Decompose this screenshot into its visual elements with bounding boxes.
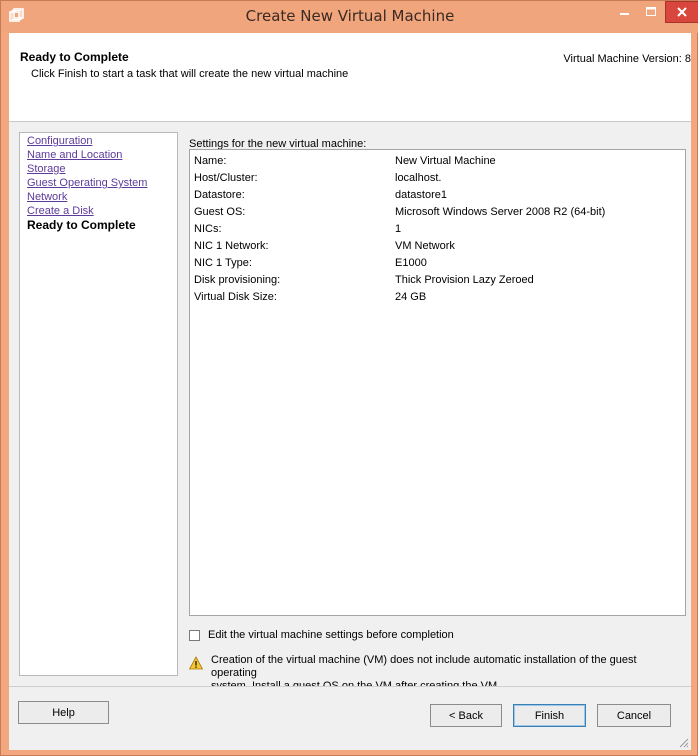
settings-row: NICs: 1 <box>194 221 674 237</box>
page-title: Ready to Complete <box>20 50 129 64</box>
setting-key: Virtual Disk Size: <box>194 291 277 303</box>
window-title: Create New Virtual Machine <box>245 7 455 25</box>
nav-step-name-and-location[interactable]: Name and Location <box>27 148 177 162</box>
finish-button[interactable]: Finish <box>513 704 586 727</box>
back-button[interactable]: < Back <box>430 704 502 727</box>
edit-settings-option[interactable]: Edit the virtual machine settings before… <box>189 628 454 642</box>
setting-value: VM Network <box>395 240 455 252</box>
help-button[interactable]: Help <box>18 701 109 724</box>
wizard-steps-nav: Configuration Name and Location Storage … <box>19 132 178 676</box>
warning-icon <box>189 656 203 670</box>
setting-key: NICs: <box>194 223 222 235</box>
settings-row: NIC 1 Type: E1000 <box>194 255 674 271</box>
settings-row: Name: New Virtual Machine <box>194 153 674 169</box>
settings-row: Datastore: datastore1 <box>194 187 674 203</box>
setting-value: Thick Provision Lazy Zeroed <box>395 274 534 286</box>
setting-value: datastore1 <box>395 189 447 201</box>
settings-row: NIC 1 Network: VM Network <box>194 238 674 254</box>
nav-step-network[interactable]: Network <box>27 190 177 204</box>
settings-row: Host/Cluster: localhost. <box>194 170 674 186</box>
settings-row: Virtual Disk Size: 24 GB <box>194 289 674 305</box>
minimize-icon <box>620 13 629 15</box>
setting-key: Guest OS: <box>194 206 246 218</box>
settings-summary-list[interactable]: Name: New Virtual Machine Host/Cluster: lo… <box>189 149 686 616</box>
close-button[interactable] <box>665 1 698 23</box>
wizard-body: Configuration Name and Location Storage … <box>9 122 691 692</box>
nav-step-guest-operating-system[interactable]: Guest Operating System <box>27 176 177 190</box>
maximize-button[interactable] <box>638 1 664 23</box>
close-icon <box>677 7 687 17</box>
setting-value: New Virtual Machine <box>395 155 496 167</box>
setting-key: Disk provisioning: <box>194 274 281 286</box>
nav-step-configuration[interactable]: Configuration <box>27 134 177 148</box>
setting-value: 1 <box>395 223 402 235</box>
vm-version-label: Virtual Machine Version: 8 <box>563 53 691 65</box>
setting-key: Datastore: <box>194 189 245 201</box>
setting-key: NIC 1 Type: <box>194 257 252 269</box>
nav-step-create-a-disk[interactable]: Create a Disk <box>27 204 177 218</box>
setting-value: E1000 <box>395 257 427 269</box>
wizard-footer: Help < Back Finish Cancel <box>9 686 691 750</box>
page-subtitle: Click Finish to start a task that will c… <box>31 68 349 80</box>
resize-grip-icon[interactable] <box>677 736 689 748</box>
edit-settings-label[interactable]: Edit the virtual machine settings before… <box>208 629 454 641</box>
nav-step-ready-to-complete: Ready to Complete <box>27 218 136 232</box>
setting-value: 24 GB <box>395 291 427 303</box>
settings-row: Guest OS: Microsoft Windows Server 2008 R… <box>194 204 674 220</box>
edit-settings-checkbox[interactable] <box>189 629 200 641</box>
setting-key: NIC 1 Network: <box>194 240 269 252</box>
wizard-window: Create New Virtual Machine Ready to Comp… <box>0 0 698 756</box>
setting-value: Microsoft Windows Server 2008 R2 (64-bit… <box>395 206 606 218</box>
nav-step-storage[interactable]: Storage <box>27 162 177 176</box>
setting-key: Name: <box>194 155 227 167</box>
setting-value: localhost. <box>395 172 442 184</box>
wizard-header: Ready to Complete Click Finish to start … <box>9 33 691 122</box>
cancel-button[interactable]: Cancel <box>597 704 671 727</box>
settings-row: Disk provisioning: Thick Provision Lazy Z… <box>194 272 674 288</box>
warning-line-1: Creation of the virtual machine (VM) doe… <box>211 654 637 679</box>
minimize-button[interactable] <box>612 1 638 23</box>
title-bar[interactable]: Create New Virtual Machine <box>1 1 698 33</box>
setting-key: Host/Cluster: <box>194 172 258 184</box>
wizard-client-area: Ready to Complete Click Finish to start … <box>9 33 691 750</box>
maximize-icon <box>646 7 656 16</box>
